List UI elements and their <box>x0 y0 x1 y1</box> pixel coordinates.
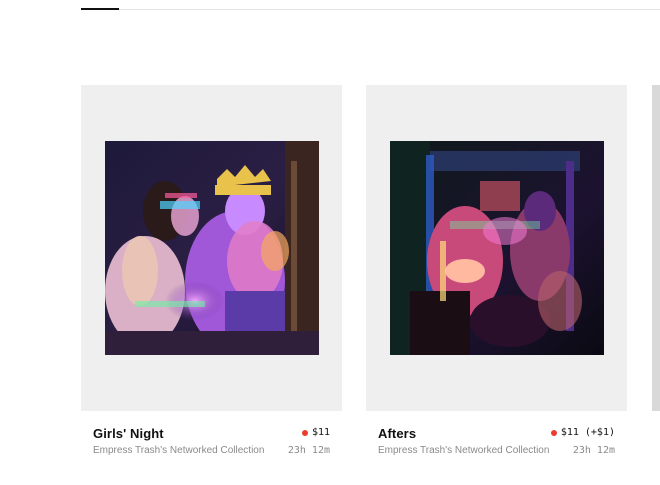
active-tab-indicator[interactable] <box>81 8 119 10</box>
collection-name[interactable]: Empress Trash's Networked Collection <box>378 445 558 456</box>
live-dot-icon <box>301 429 308 436</box>
card-info: Girls' Night $11 Empress Trash's Network… <box>81 411 342 461</box>
time-remaining: 23h 12m <box>287 445 330 456</box>
artwork-frame[interactable] <box>366 85 627 411</box>
artwork-image <box>652 85 660 411</box>
tab-bar-divider <box>81 9 660 10</box>
artwork-title[interactable]: Afters <box>378 426 416 441</box>
artwork-image[interactable] <box>390 141 604 355</box>
artwork-frame[interactable] <box>652 85 660 411</box>
current-bid: $11 (+$1) <box>550 427 615 438</box>
live-dot-icon <box>550 429 557 436</box>
artwork-frame[interactable] <box>81 85 342 411</box>
auction-grid-page: Girls' Night $11 Empress Trash's Network… <box>0 0 660 485</box>
artwork-card-partial[interactable] <box>652 85 660 411</box>
artwork-card-afters[interactable]: Afters $11 (+$1) Empress Trash's Network… <box>366 85 627 461</box>
current-bid: $11 <box>301 427 330 438</box>
collection-name[interactable]: Empress Trash's Networked Collection <box>93 445 273 456</box>
price-value: $11 (+$1) <box>560 427 615 438</box>
card-info: Afters $11 (+$1) Empress Trash's Network… <box>366 411 627 461</box>
artwork-image[interactable] <box>105 141 319 355</box>
price-value: $11 <box>311 427 330 438</box>
artwork-title[interactable]: Girls' Night <box>93 426 164 441</box>
artwork-card-girls-night[interactable]: Girls' Night $11 Empress Trash's Network… <box>81 85 342 461</box>
time-remaining: 23h 12m <box>572 445 615 456</box>
